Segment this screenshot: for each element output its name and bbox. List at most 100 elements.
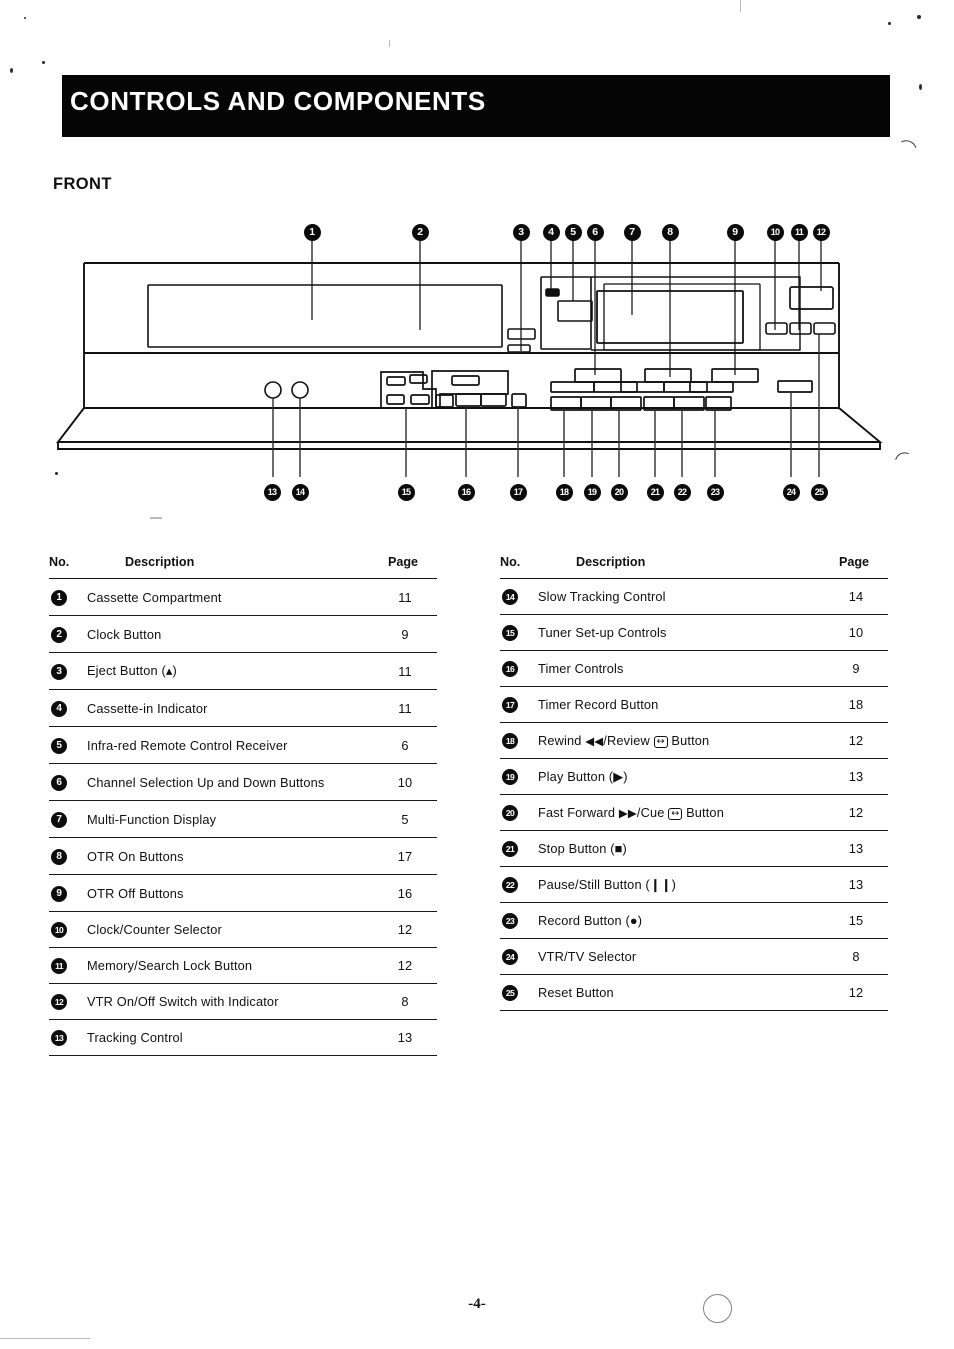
table-row: 13 Tracking Control 13	[49, 1019, 437, 1056]
subsection-label: FRONT	[53, 175, 112, 193]
row-number-cell: 7	[49, 800, 85, 838]
row-page-cell: 5	[373, 800, 437, 838]
row-number-cell: 2	[49, 615, 85, 653]
row-number-badge: 15	[502, 625, 518, 641]
callout-marker-13: 13	[263, 484, 281, 501]
row-number-cell: 19	[500, 758, 536, 795]
row-page-cell: 8	[373, 983, 437, 1020]
callout-marker-14: 14	[291, 484, 309, 501]
front-panel-diagram	[0, 205, 954, 525]
callout-marker-12: 12	[812, 224, 830, 241]
row-page-cell: 13	[824, 830, 888, 867]
table-row: 11 Memory/Search Lock Button 12	[49, 947, 437, 984]
row-number-cell: 17	[500, 686, 536, 723]
scan-speckle	[24, 17, 26, 19]
callout-marker-10: 10	[766, 224, 784, 241]
row-number-cell: 23	[500, 902, 536, 939]
scan-speckle	[919, 84, 922, 90]
callout-marker-5: 5	[564, 224, 582, 241]
channel-selection-frame	[591, 276, 801, 351]
row-number-cell: 24	[500, 938, 536, 975]
callout-marker-1: 1	[303, 224, 321, 241]
row-description-cell: VTR/TV Selector	[536, 938, 824, 975]
row-description-cell: OTR Off Buttons	[85, 874, 373, 912]
row-page-cell: 8	[824, 938, 888, 975]
cassette-compartment	[147, 284, 503, 348]
row-description-cell: Tracking Control	[85, 1019, 373, 1056]
table-row: 25 Reset Button 12	[500, 974, 888, 1011]
row-description-cell: OTR On Buttons	[85, 837, 373, 875]
vtr-tv-selector	[777, 380, 813, 393]
scan-speckle	[888, 22, 891, 25]
table-row: 24 VTR/TV Selector 8	[500, 938, 888, 975]
row-number-badge: 11	[51, 958, 67, 974]
scan-speckle	[10, 68, 13, 73]
callout-marker-4: 4	[542, 224, 560, 241]
row-number-badge: 7	[51, 812, 67, 828]
column-header-desc: Description	[85, 555, 373, 579]
row-page-cell: 11	[373, 689, 437, 727]
table-row: 14 Slow Tracking Control 14	[500, 578, 888, 615]
row-number-badge: 3	[51, 664, 67, 680]
row-description-cell: Timer Controls	[536, 650, 824, 687]
row-number-badge: 13	[51, 1030, 67, 1046]
row-page-cell: 12	[824, 722, 888, 759]
page-folio: -4-	[468, 1296, 486, 1312]
row-description-cell: Play Button (▶)	[536, 758, 824, 795]
row-page-cell: 12	[824, 794, 888, 831]
table-row: 9 OTR Off Buttons 16	[49, 874, 437, 912]
scan-speckle	[42, 61, 45, 64]
row-page-cell: 11	[373, 578, 437, 616]
row-description-cell: Clock/Counter Selector	[85, 911, 373, 948]
callout-marker-16: 16	[457, 484, 475, 501]
table-row: 19 Play Button (▶) 13	[500, 758, 888, 795]
row-number-cell: 15	[500, 614, 536, 651]
scan-curl-artifact	[888, 136, 922, 172]
scan-hairline	[740, 0, 741, 12]
row-page-cell: 9	[373, 615, 437, 653]
table-row: 23 Record Button (●) 15	[500, 902, 888, 939]
row-number-badge: 9	[51, 886, 67, 902]
row-number-cell: 8	[49, 837, 85, 875]
row-number-badge: 17	[502, 697, 518, 713]
row-number-cell: 18	[500, 722, 536, 759]
row-number-badge: 1	[51, 590, 67, 606]
document-page: CONTROLS AND COMPONENTS FRONT 1 2 3 4 5 …	[0, 0, 954, 1349]
table-row: 10 Clock/Counter Selector 12	[49, 911, 437, 948]
row-page-cell: 13	[824, 758, 888, 795]
row-number-badge: 20	[502, 805, 518, 821]
otr-mid-buttons	[620, 368, 708, 393]
callout-marker-18: 18	[555, 484, 573, 501]
table-row: 18 Rewind ◀◀/Review ↔ Button 12	[500, 722, 888, 759]
row-number-cell: 11	[49, 947, 85, 984]
controls-table-right: No. Description Page 14 Slow Tracking Con…	[500, 555, 888, 1011]
callout-marker-6: 6	[586, 224, 604, 241]
row-description-cell: VTR On/Off Switch with Indicator	[85, 983, 373, 1020]
table-row: 3 Eject Button (▴) 11	[49, 652, 437, 690]
shuttle-box-icon: ↔	[653, 736, 668, 748]
callout-marker-15: 15	[397, 484, 415, 501]
row-page-cell: 6	[373, 726, 437, 764]
row-number-cell: 1	[49, 578, 85, 616]
table-row: 20 Fast Forward ▶▶/Cue ↔ Button 12	[500, 794, 888, 831]
callout-marker-23: 23	[706, 484, 724, 501]
table-row: 8 OTR On Buttons 17	[49, 837, 437, 875]
timer-controls	[431, 370, 509, 409]
row-number-cell: 22	[500, 866, 536, 903]
leader-lines-bottom	[272, 334, 820, 477]
row-number-badge: 14	[502, 589, 518, 605]
otr-on-buttons	[550, 368, 638, 393]
row-page-cell: 17	[373, 837, 437, 875]
row-description-cell: Cassette-in Indicator	[85, 689, 373, 727]
row-page-cell: 12	[373, 947, 437, 984]
eject-button	[507, 344, 531, 353]
row-number-badge: 6	[51, 775, 67, 791]
row-description-cell: Fast Forward ▶▶/Cue ↔ Button	[536, 794, 824, 831]
table-header-row: No. Description Page	[49, 555, 437, 579]
row-number-badge: 5	[51, 738, 67, 754]
vtr-power-indicator	[789, 286, 834, 310]
scan-hairline	[0, 1338, 90, 1339]
row-description-cell: Reset Button	[536, 974, 824, 1011]
table-row: 15 Tuner Set-up Controls 10	[500, 614, 888, 651]
callout-marker-22: 22	[673, 484, 691, 501]
